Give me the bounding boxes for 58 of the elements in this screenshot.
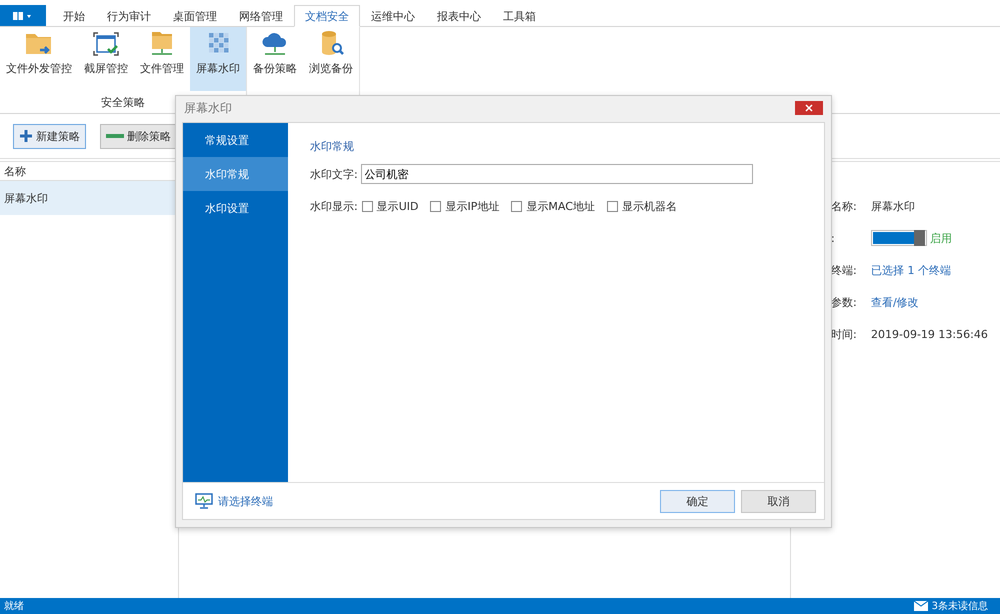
close-icon (805, 104, 813, 112)
ribbon-group-label: 安全策略 (101, 95, 145, 111)
section-title: 水印常规 (310, 139, 355, 154)
app-menu-icon (12, 10, 34, 20)
plus-icon (19, 129, 33, 143)
app-menu-button[interactable] (0, 5, 46, 26)
dialog-title: 屏幕水印 (184, 100, 232, 116)
ribbon-button[interactable]: 文件管理 (134, 27, 190, 91)
monitor-icon (195, 493, 213, 509)
ribbon-tab[interactable]: 运维中心 (360, 5, 426, 27)
ribbon-tab[interactable]: 工具箱 (492, 5, 547, 27)
dialog-button[interactable]: 取消 (741, 490, 816, 512)
dialog-button[interactable]: 确定 (660, 490, 735, 512)
field-link[interactable]: 已选择 1 个终端 (871, 262, 951, 278)
checkbox-label[interactable]: 显示机器名 (622, 199, 677, 214)
ribbon-button[interactable]: 备份策略 (247, 27, 303, 91)
policy-row[interactable]: 屏幕水印 (0, 181, 178, 215)
checkbox-label[interactable]: 显示IP地址 (445, 199, 500, 214)
field-value: 屏幕水印 (871, 198, 915, 214)
ribbon-tab[interactable]: 报表中心 (426, 5, 492, 27)
select-terminal-link[interactable]: 请选择终端 (218, 494, 273, 508)
checkbox-label[interactable]: 显示MAC地址 (526, 199, 595, 214)
envelope-icon (914, 601, 928, 611)
screen-check-icon (91, 30, 121, 58)
checkbox-label[interactable]: 显示UID (376, 199, 418, 214)
toolbar-button[interactable]: 删除策略 (100, 124, 177, 148)
field-label: 水印文字: (310, 166, 358, 182)
field-label: 参数: (831, 294, 858, 310)
watermark-text-field[interactable]: 公司机密 (360, 164, 753, 184)
sidebar-item[interactable]: 常规设置 (183, 123, 288, 157)
ribbon-button[interactable]: 文件外发管控 (0, 27, 78, 91)
column-header: 名称 (4, 164, 26, 178)
field-label: : (831, 232, 836, 244)
ribbon-button[interactable]: 浏览备份 (303, 27, 359, 91)
checkbox[interactable] (362, 201, 373, 212)
ribbon-tab[interactable]: 网络管理 (228, 5, 294, 27)
field-value: 2019-09-19 13:56:46 (871, 328, 988, 340)
toolbar-button[interactable]: 新建策略 (13, 124, 86, 148)
checkbox[interactable] (511, 201, 522, 212)
switch-state: 启用 (930, 230, 952, 246)
ribbon-tab[interactable]: 文档安全 (294, 5, 360, 27)
ribbon-tab[interactable]: 桌面管理 (162, 5, 228, 27)
field-label: 水印显示: (310, 199, 358, 214)
ribbon-tab[interactable]: 行为审计 (96, 5, 162, 27)
toggle-switch[interactable] (871, 230, 927, 246)
minus-icon (106, 133, 124, 139)
ribbon-tab[interactable]: 开始 (52, 5, 96, 27)
close-button[interactable] (795, 101, 823, 115)
sidebar-item[interactable]: 水印设置 (183, 191, 288, 225)
ribbon-button[interactable]: 截屏管控 (78, 27, 134, 91)
field-label: 名称: (831, 198, 858, 214)
sidebar-item[interactable]: 水印常规 (183, 157, 288, 191)
checkbox[interactable] (430, 201, 442, 212)
ribbon-button[interactable]: 屏幕水印 (190, 27, 246, 91)
checkbox[interactable] (606, 201, 618, 212)
unread-messages[interactable]: 3条未读信息 (932, 599, 988, 613)
status-text: 就绪 (4, 600, 24, 613)
field-link[interactable]: 查看/修改 (871, 294, 919, 310)
